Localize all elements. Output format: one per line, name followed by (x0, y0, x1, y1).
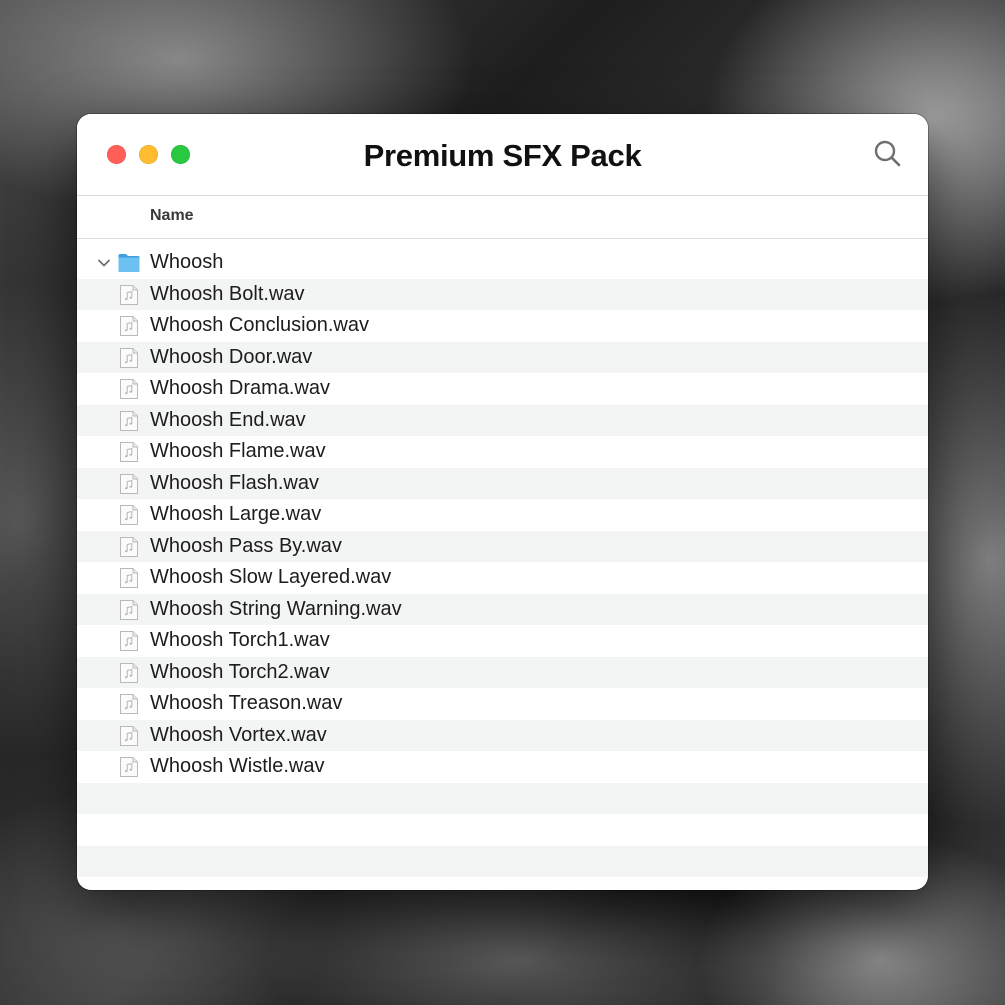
audio-file-icon (120, 410, 138, 431)
file-name: Whoosh Drama.wav (150, 377, 331, 399)
file-name: Whoosh Wistle.wav (150, 755, 325, 777)
file-row[interactable]: Whoosh Wistle.wav (77, 751, 928, 783)
audio-file-icon (120, 536, 138, 557)
file-row[interactable]: Whoosh String Warning.wav (77, 593, 928, 625)
file-list: Whoosh Whoosh Bolt.wav Whoosh Conclusion.… (77, 247, 928, 890)
audio-file-icon (120, 757, 138, 777)
file-name: Whoosh End.wav (150, 408, 306, 431)
file-row[interactable]: Whoosh Bolt.wav (77, 278, 928, 310)
audio-file-icon (120, 442, 138, 462)
file-row[interactable]: Whoosh Conclusion.wav (77, 310, 928, 342)
file-name: Whoosh String Warning.wav (150, 597, 402, 620)
file-row[interactable]: Whoosh Large.wav (77, 499, 928, 531)
search-button[interactable] (872, 138, 904, 170)
audio-file-icon (120, 379, 138, 399)
file-row[interactable]: Whoosh Pass By.wav (77, 530, 928, 562)
file-name: Whoosh Vortex.wav (150, 723, 327, 746)
audio-file-icon (120, 694, 138, 714)
folder-icon (118, 254, 140, 272)
finder-window: Premium SFX Pack Name Whoosh Whoosh Bolt… (77, 114, 928, 890)
file-row[interactable]: Whoosh Flame.wav (77, 436, 928, 468)
file-row[interactable]: Whoosh Flash.wav (77, 467, 928, 499)
column-header-name[interactable]: Name (150, 207, 194, 225)
audio-file-icon (120, 347, 138, 368)
file-row[interactable]: Whoosh Drama.wav (77, 373, 928, 405)
file-name: Whoosh Bolt.wav (150, 282, 305, 305)
file-name: Whoosh Slow Layered.wav (150, 566, 392, 588)
file-row[interactable]: Whoosh Vortex.wav (77, 719, 928, 751)
file-name: Whoosh Large.wav (150, 503, 322, 525)
window-title: Premium SFX Pack (363, 138, 642, 173)
audio-file-icon (120, 631, 138, 651)
file-name: Whoosh Flash.wav (150, 471, 319, 494)
file-name: Whoosh Flame.wav (150, 440, 326, 462)
audio-file-icon (120, 505, 138, 525)
audio-file-icon (120, 316, 138, 336)
file-name: Whoosh Torch1.wav (150, 629, 330, 651)
empty-row (77, 845, 928, 877)
file-row[interactable]: Whoosh End.wav (77, 404, 928, 436)
audio-file-icon (120, 599, 138, 620)
file-row[interactable]: Whoosh Torch1.wav (77, 625, 928, 657)
folder-name: Whoosh (150, 251, 224, 273)
file-row[interactable]: Whoosh Treason.wav (77, 688, 928, 720)
search-icon (874, 140, 901, 167)
audio-file-icon (120, 473, 138, 494)
file-name: Whoosh Door.wav (150, 345, 313, 368)
file-name: Whoosh Pass By.wav (150, 534, 342, 557)
file-name: Whoosh Conclusion.wav (150, 314, 369, 336)
file-row[interactable]: Whoosh Torch2.wav (77, 656, 928, 688)
empty-row (77, 814, 928, 846)
file-row[interactable]: Whoosh Door.wav (77, 341, 928, 373)
chevron-down-icon[interactable] (97, 256, 111, 270)
file-name: Whoosh Torch2.wav (150, 660, 330, 683)
file-row[interactable]: Whoosh Slow Layered.wav (77, 562, 928, 594)
empty-row (77, 782, 928, 814)
file-name: Whoosh Treason.wav (150, 692, 343, 714)
audio-file-icon (120, 725, 138, 746)
audio-file-icon (120, 284, 138, 305)
folder-row[interactable]: Whoosh (77, 247, 928, 279)
empty-row (77, 877, 928, 890)
title-bar[interactable]: Premium SFX Pack (77, 114, 928, 196)
column-header-row: Name (77, 196, 928, 239)
audio-file-icon (120, 568, 138, 588)
audio-file-icon (120, 662, 138, 683)
